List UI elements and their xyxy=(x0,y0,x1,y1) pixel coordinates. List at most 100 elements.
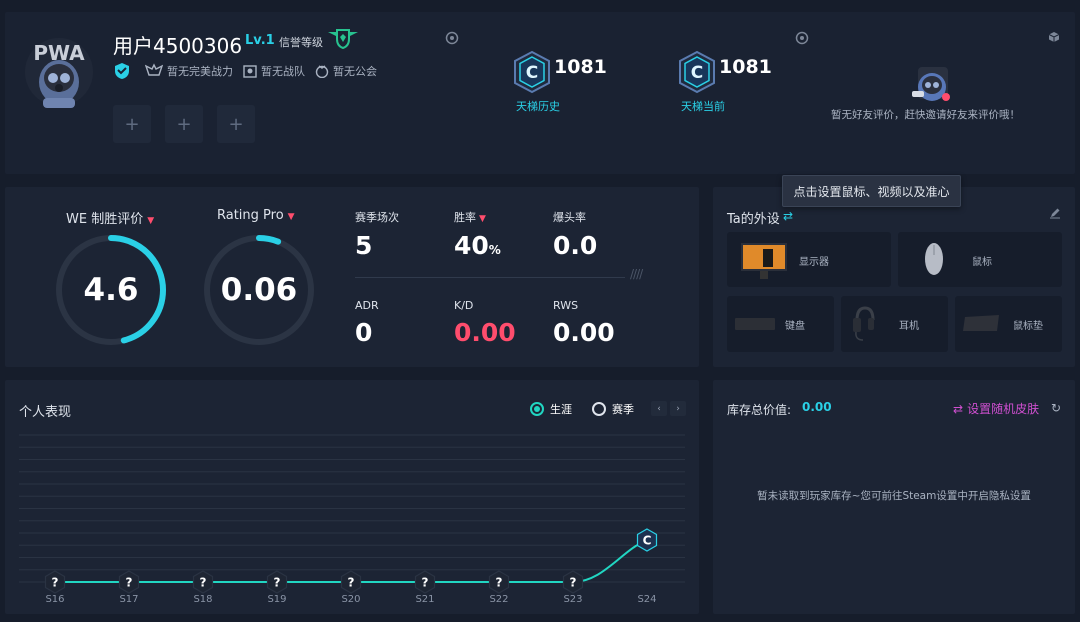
x-tick-label: S21 xyxy=(415,594,434,605)
performance-title: 个人表现 xyxy=(19,405,72,420)
unknown-rank-marker[interactable]: ? xyxy=(488,570,510,594)
ladder-current-value: 1081 xyxy=(719,56,772,78)
equip-mousepad-label: 鼠标垫 xyxy=(1013,321,1043,332)
mode-career-radio[interactable]: 生涯 xyxy=(530,401,572,417)
x-tick-label: S17 xyxy=(119,594,138,605)
x-tick-label: S16 xyxy=(45,594,64,605)
stat-headshot-value: 0.0 xyxy=(553,231,598,260)
rating-pro-label: Rating Pro xyxy=(217,208,284,223)
headset-icon xyxy=(853,306,875,341)
ladder-current[interactable]: C 1081 天梯当前 xyxy=(675,50,805,120)
unknown-rank-marker[interactable]: ? xyxy=(414,570,436,594)
unknown-rank-marker[interactable]: ? xyxy=(266,570,288,594)
svg-text:C: C xyxy=(643,534,652,548)
rating-pro-value: 0.06 xyxy=(220,272,298,308)
rank-c-icon: C xyxy=(679,50,715,94)
stat-winrate-unit: % xyxy=(488,243,501,257)
svg-text:?: ? xyxy=(126,576,133,590)
settings-icon[interactable] xyxy=(795,31,809,45)
cube-icon[interactable] xyxy=(1048,31,1062,45)
equip-monitor[interactable]: 显示器 xyxy=(727,232,891,287)
rank-c-icon: C xyxy=(514,50,550,94)
equip-keyboard-label: 键盘 xyxy=(785,321,805,332)
stat-rws: RWS 0.00 xyxy=(553,299,615,347)
hatch-decoration: //// xyxy=(630,267,643,281)
add-slot-button[interactable]: + xyxy=(217,105,255,143)
we-rating-title[interactable]: WE 制胜评价 ▼ xyxy=(66,208,154,227)
mode-season-label: 赛季 xyxy=(612,403,634,416)
mode-season-radio[interactable]: 赛季 xyxy=(592,401,634,417)
settings-icon[interactable] xyxy=(445,31,459,45)
x-tick-label: S20 xyxy=(341,594,360,605)
badge-row: 暂无完美战力 暂无战队 暂无公会 xyxy=(113,62,387,80)
ladder-history[interactable]: C 1081 天梯历史 xyxy=(510,50,640,120)
refresh-icon[interactable]: ↻ xyxy=(1051,401,1061,415)
badge-slots: + + + xyxy=(113,105,269,143)
stat-kd-label: K/D xyxy=(454,299,474,312)
add-slot-button[interactable]: + xyxy=(165,105,203,143)
mousepad-icon xyxy=(963,315,999,331)
shuffle-icon: ⇄ xyxy=(953,401,964,416)
credit-level-icon[interactable] xyxy=(326,28,360,50)
guild-icon xyxy=(315,64,333,78)
inventory-panel: 库存总价值: 0.00 ⇄ 设置随机皮肤 ↻ 暂未读取到玩家库存~您可前往Ste… xyxy=(713,380,1075,614)
badge-guild[interactable]: 暂无公会 xyxy=(315,63,377,79)
mouse-icon xyxy=(925,243,943,275)
equipment-tooltip: 点击设置鼠标、视频以及准心 xyxy=(782,175,961,207)
equip-mouse-label: 鼠标 xyxy=(972,257,992,268)
username: 用户4500306 xyxy=(113,34,243,58)
badge-power[interactable]: 暂无完美战力 xyxy=(145,63,233,79)
unknown-rank-marker[interactable]: ? xyxy=(340,570,362,594)
equip-mousepad[interactable]: 鼠标垫 xyxy=(955,296,1062,352)
caret-down-icon: ▼ xyxy=(287,212,295,222)
rank-wings-icon xyxy=(145,63,167,79)
random-skin-label: 设置随机皮肤 xyxy=(967,402,1040,416)
stat-kd: K/D 0.00 xyxy=(454,299,516,347)
stat-winrate[interactable]: 胜率 ▼ 40% xyxy=(454,209,501,260)
stat-rws-value: 0.00 xyxy=(553,318,615,347)
x-tick-label: S18 xyxy=(193,594,212,605)
stat-adr-value: 0 xyxy=(355,318,373,347)
badge-team[interactable]: 暂无战队 xyxy=(243,63,305,79)
equip-keyboard[interactable]: 键盘 xyxy=(727,296,834,352)
prev-page-button[interactable]: ‹ xyxy=(651,401,667,416)
stat-matches: 赛季场次 5 xyxy=(355,209,399,260)
stat-matches-value: 5 xyxy=(355,231,373,260)
ladder-current-label: 天梯当前 xyxy=(681,100,725,113)
profile-panel: PWA 用户4500306 Lv.1 信誉等级 暂无完美战力 暂无战队 暂无公会… xyxy=(5,12,1075,174)
unknown-rank-marker[interactable]: ? xyxy=(118,570,140,594)
stat-matches-label: 赛季场次 xyxy=(355,211,399,224)
stat-winrate-label-row: 胜率 ▼ xyxy=(454,209,501,225)
equip-mouse[interactable]: 鼠标 xyxy=(898,232,1062,287)
random-skin-button[interactable]: ⇄ 设置随机皮肤 xyxy=(953,400,1039,417)
stat-headshot-label: 爆头率 xyxy=(553,211,586,224)
radio-unchecked-icon xyxy=(592,402,606,416)
caret-down-icon: ▼ xyxy=(147,216,155,226)
next-page-button[interactable]: › xyxy=(670,401,686,416)
svg-text:C: C xyxy=(691,63,703,83)
unknown-rank-marker[interactable]: ? xyxy=(44,570,66,594)
we-rating-value: 4.6 xyxy=(83,272,139,308)
x-tick-label: S22 xyxy=(489,594,508,605)
avatar[interactable]: PWA xyxy=(23,32,95,112)
inventory-value: 0.00 xyxy=(802,400,832,414)
add-slot-button[interactable]: + xyxy=(113,105,151,143)
badge-shield[interactable] xyxy=(113,62,135,80)
stat-winrate-label: 胜率 xyxy=(454,211,476,224)
shield-check-icon xyxy=(113,62,135,80)
ladder-history-label: 天梯历史 xyxy=(516,100,560,113)
unknown-rank-marker[interactable]: ? xyxy=(562,570,584,594)
rank-c-marker[interactable]: C xyxy=(636,528,658,552)
level-badge: Lv.1 xyxy=(245,33,275,48)
svg-text:?: ? xyxy=(200,576,207,590)
stat-adr-label: ADR xyxy=(355,299,379,312)
edit-icon[interactable] xyxy=(1049,207,1061,219)
stats-panel: WE 制胜评价 ▼ 4.6 Rating Pro ▼ 0.06 赛季场次 5 胜率 ▼… xyxy=(5,187,699,367)
equipment-panel: Ta的外设 ⇄ 显示器 鼠标 键盘 耳机 鼠标垫 xyxy=(713,187,1075,367)
equip-headset[interactable]: 耳机 xyxy=(841,296,948,352)
shuffle-icon[interactable]: ⇄ xyxy=(783,209,793,223)
stat-headshot: 爆头率 0.0 xyxy=(553,209,597,260)
unknown-rank-marker[interactable]: ? xyxy=(192,570,214,594)
rating-pro-title[interactable]: Rating Pro ▼ xyxy=(217,208,295,223)
stat-rws-label: RWS xyxy=(553,299,579,312)
